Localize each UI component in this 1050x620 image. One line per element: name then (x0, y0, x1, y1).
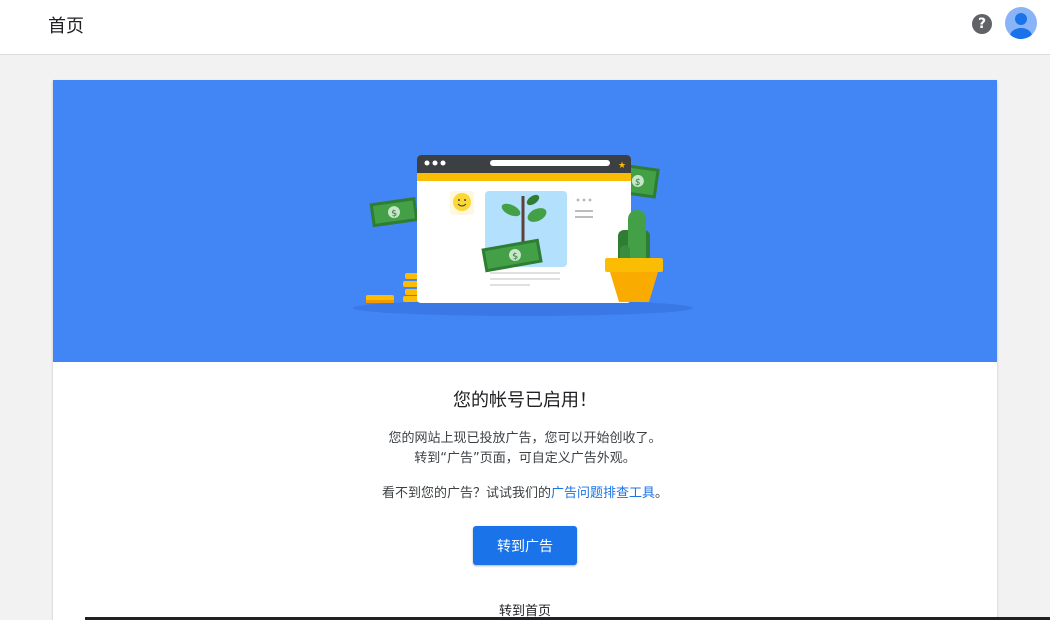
status-text-line1: 您的网站上现已投放广告，您可以开始创收了。 (388, 431, 662, 446)
troubleshoot-suffix: 。 (655, 486, 669, 501)
headline: 您的帐号已启用！ (453, 390, 597, 411)
svg-text:★: ★ (618, 161, 626, 171)
status-text-line2: 转到“广告”页面，可自定义广告外观。 (414, 451, 636, 466)
ad-troubleshooter-link[interactable]: 广告问题排查工具 (551, 486, 655, 501)
account-enabled-card: $ $ ★ $ 您的帐号已启用！ 您的网站上现已投放广告，您可以开始创收了。 转… (53, 80, 997, 620)
troubleshoot-text: 看不到您的广告？试试我们的广告问题排查工具。 (53, 482, 997, 501)
top-app-bar: 首页 ? (0, 0, 1050, 55)
avatar-silhouette (1010, 13, 1032, 39)
flying-bill-left-icon: $ (369, 197, 419, 228)
troubleshoot-prefix: 看不到您的广告？试试我们的 (381, 486, 551, 501)
hero-illustration: $ $ ★ $ (353, 155, 693, 316)
account-avatar-icon[interactable] (1005, 7, 1037, 39)
go-to-ads-button[interactable]: 转到广告 (473, 526, 577, 565)
browser-window-icon: ★ $ (417, 155, 631, 303)
help-icon[interactable]: ? (972, 14, 992, 34)
page-title: 首页 (48, 16, 84, 37)
hero-banner: $ $ ★ $ (53, 80, 997, 362)
